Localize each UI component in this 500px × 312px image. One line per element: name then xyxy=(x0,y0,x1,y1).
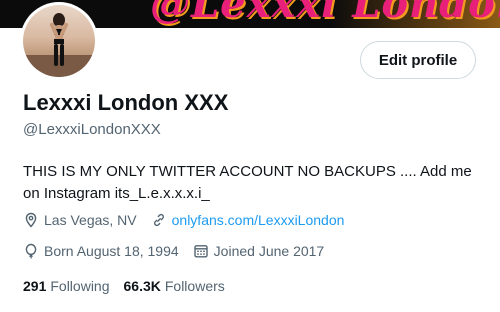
birthday-item: Born August 18, 1994 xyxy=(23,243,179,259)
follow-stats: 291 Following 66.3K Followers xyxy=(23,278,239,294)
profile-bio: THIS IS MY ONLY TWITTER ACCOUNT NO BACKU… xyxy=(23,163,472,202)
balloon-icon xyxy=(25,243,37,259)
joined-text: Joined June 2017 xyxy=(213,243,325,259)
calendar-icon xyxy=(193,245,208,258)
following-link[interactable]: 291 Following xyxy=(23,278,110,294)
location-icon xyxy=(25,212,37,228)
edit-profile-button[interactable]: Edit profile xyxy=(360,41,476,79)
location-text: Las Vegas, NV xyxy=(44,212,137,228)
avatar[interactable] xyxy=(20,2,98,80)
website-item[interactable]: onlyfans.com/LexxxiLondon xyxy=(151,212,345,228)
birthday-text: Born August 18, 1994 xyxy=(44,243,179,259)
banner-text: @Lexxxi London xyxy=(150,0,500,27)
profile-name: Lexxxi London XXX xyxy=(23,90,229,115)
link-icon xyxy=(153,213,164,227)
followers-count: 66.3K xyxy=(123,278,161,294)
avatar-image xyxy=(23,5,95,77)
profile-handle: @LexxxiLondonXXX xyxy=(23,121,161,138)
avatar-figure-icon xyxy=(23,13,95,77)
followers-link[interactable]: 66.3K Followers xyxy=(124,278,225,294)
location-item: Las Vegas, NV xyxy=(23,212,137,228)
profile-meta-row-1: Las Vegas, NV onlyfans.com/LexxxiLondon xyxy=(23,212,358,228)
following-count: 291 xyxy=(23,278,47,294)
followers-label: Followers xyxy=(164,278,225,294)
profile-meta-row-2: Born August 18, 1994 Joined June 2017 xyxy=(23,243,338,259)
website-link[interactable]: onlyfans.com/LexxxiLondon xyxy=(172,212,345,228)
following-label: Following xyxy=(50,278,110,294)
joined-item: Joined June 2017 xyxy=(193,243,325,259)
